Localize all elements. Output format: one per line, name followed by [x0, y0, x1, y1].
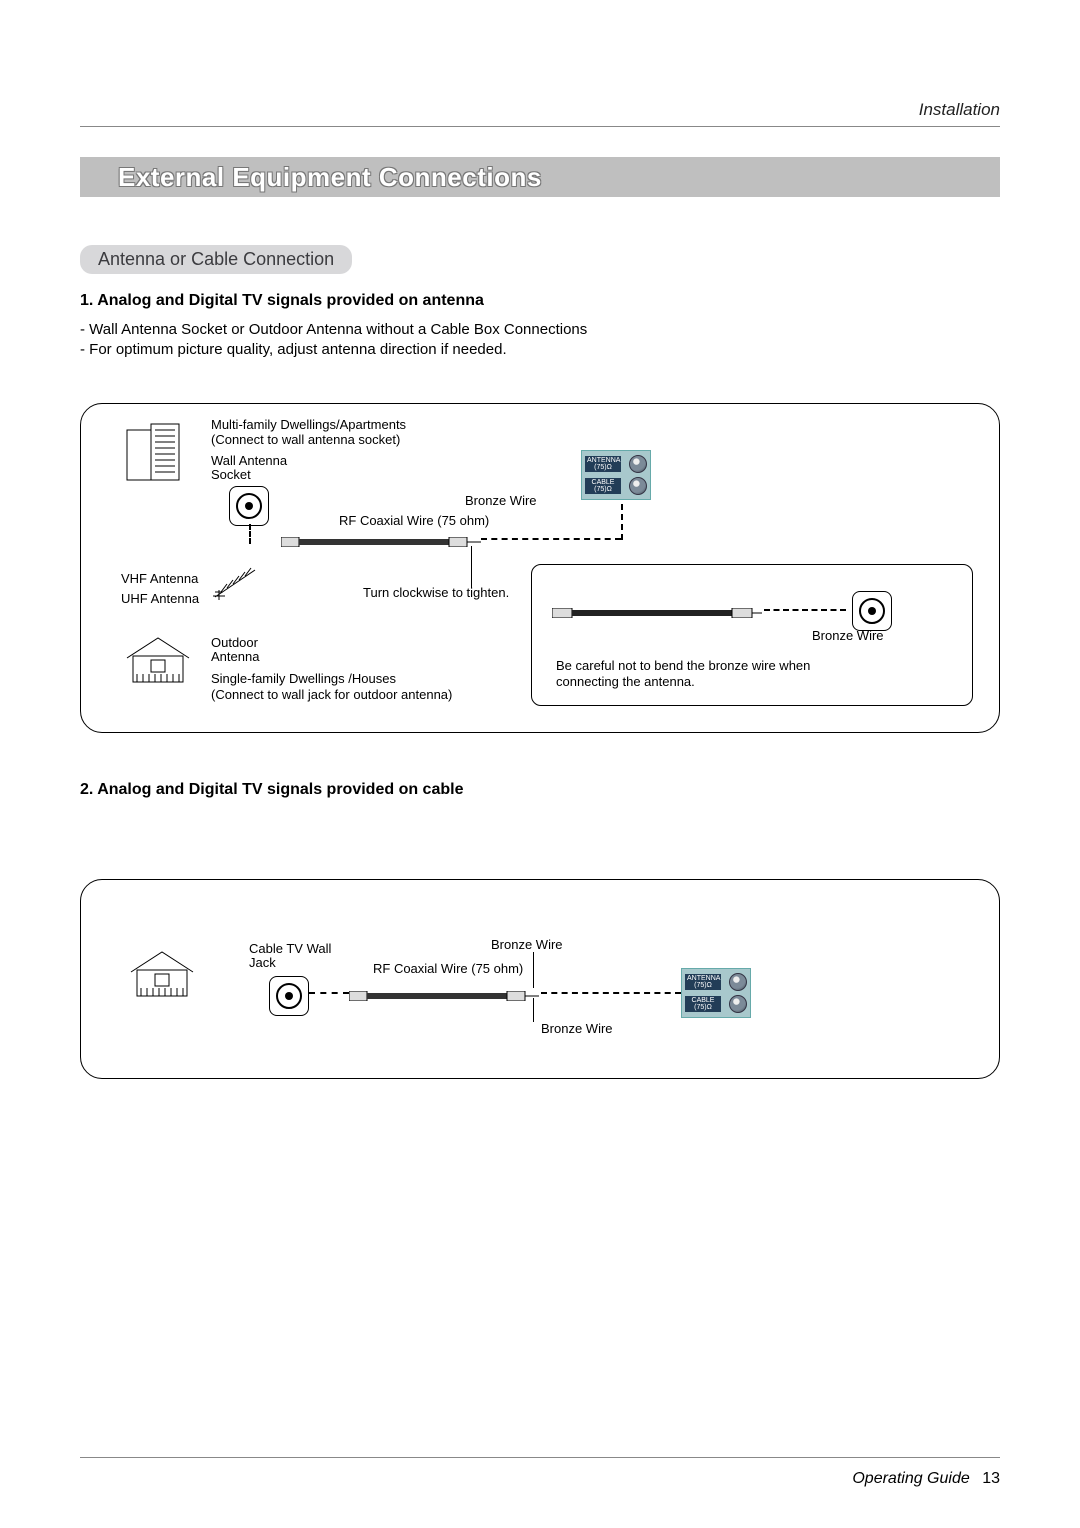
rf-wire-label: RF Coaxial Wire (75 ohm) — [339, 514, 489, 529]
sec1-bullets: Wall Antenna Socket or Outdoor Antenna w… — [80, 320, 1000, 361]
rf-wire-label: RF Coaxial Wire (75 ohm) — [373, 962, 523, 977]
wall-socket-label: Wall Antenna Socket — [211, 454, 287, 484]
wall-jack-icon — [852, 591, 892, 631]
bottom-rule — [80, 1457, 1000, 1458]
section-header: Installation — [80, 100, 1000, 120]
uhf-label: UHF Antenna — [121, 592, 199, 607]
multi-dwelling-sub: (Connect to wall antenna socket) — [211, 433, 400, 448]
dashed-link — [481, 538, 621, 540]
page-title: External Equipment Connections — [118, 162, 542, 193]
single-dwelling-label: Single-family Dwellings /Houses — [211, 672, 396, 687]
cable-port-icon — [729, 995, 747, 1013]
cable-jack-label: Cable TV Wall Jack — [249, 942, 331, 972]
antenna-port-icon — [729, 973, 747, 991]
panel-cable-tag: CABLE (75)Ω — [685, 996, 721, 1012]
bronze-wire-label: Bronze Wire — [491, 938, 563, 953]
panel-antenna-tag: ANTENNA (75)Ω — [685, 974, 721, 990]
coax-cable-icon — [349, 988, 539, 998]
sec2-heading: 2. Analog and Digital TV signals provide… — [80, 781, 1000, 799]
pointer-line — [533, 952, 534, 988]
diagram-cable: Cable TV Wall Jack Bronze Wire RF Coaxia… — [80, 879, 1000, 1079]
caution-text: Be careful not to bend the bronze wire w… — [556, 659, 810, 674]
dashed-link — [249, 524, 251, 544]
caution-text: connecting the antenna. — [556, 675, 695, 690]
cable-wall-jack-icon — [269, 976, 309, 1016]
coax-cable-icon — [552, 605, 762, 615]
vhf-label: VHF Antenna — [121, 572, 198, 587]
bronze-wire-label: Bronze Wire — [541, 1022, 613, 1037]
single-dwelling-sub: (Connect to wall jack for outdoor antenn… — [211, 688, 452, 703]
manual-page: Installation External Equipment Connecti… — [0, 0, 1080, 1528]
bullet: Wall Antenna Socket or Outdoor Antenna w… — [80, 320, 1000, 340]
bronze-wire-label: Bronze Wire — [465, 494, 537, 509]
dashed-link — [764, 609, 846, 611]
panel-antenna-tag: ANTENNA (75)Ω — [585, 456, 621, 472]
page-title-bar: External Equipment Connections — [80, 157, 1000, 197]
tv-input-panel: ANTENNA (75)Ω CABLE (75)Ω — [581, 450, 651, 500]
cable-port-icon — [629, 477, 647, 495]
top-rule — [80, 126, 1000, 127]
outdoor-antenna-label: Outdoor Antenna — [211, 636, 259, 666]
panel-cable-tag: CABLE (75)Ω — [585, 478, 621, 494]
subsection-pill: Antenna or Cable Connection — [80, 245, 352, 274]
antenna-port-icon — [629, 455, 647, 473]
apartment-icon — [121, 422, 191, 482]
turn-tighten-label: Turn clockwise to tighten. — [363, 586, 509, 601]
tv-input-panel: ANTENNA (75)Ω CABLE (75)Ω — [681, 968, 751, 1018]
sec1-heading: 1. Analog and Digital TV signals provide… — [80, 292, 1000, 310]
pointer-line — [471, 546, 472, 588]
footer: Operating Guide 13 — [852, 1470, 1000, 1488]
bullet: For optimum picture quality, adjust ante… — [80, 340, 1000, 360]
bronze-wire-label: Bronze Wire — [812, 629, 884, 644]
page-number: 13 — [982, 1470, 1000, 1487]
house-icon — [123, 634, 193, 684]
dashed-link — [309, 992, 349, 994]
footer-guide: Operating Guide — [852, 1470, 969, 1487]
roof-antenna-icon — [205, 562, 265, 602]
coax-cable-icon — [281, 534, 481, 544]
dashed-link — [541, 992, 681, 994]
wall-antenna-socket-icon — [229, 486, 269, 526]
pointer-line — [533, 998, 534, 1022]
house-icon — [127, 948, 197, 998]
diagram-antenna: Multi-family Dwellings/Apartments (Conne… — [80, 403, 1000, 733]
caution-inset: Bronze Wire Be careful not to bend the b… — [531, 564, 973, 706]
multi-dwelling-label: Multi-family Dwellings/Apartments — [211, 418, 406, 433]
dashed-link — [621, 504, 623, 540]
